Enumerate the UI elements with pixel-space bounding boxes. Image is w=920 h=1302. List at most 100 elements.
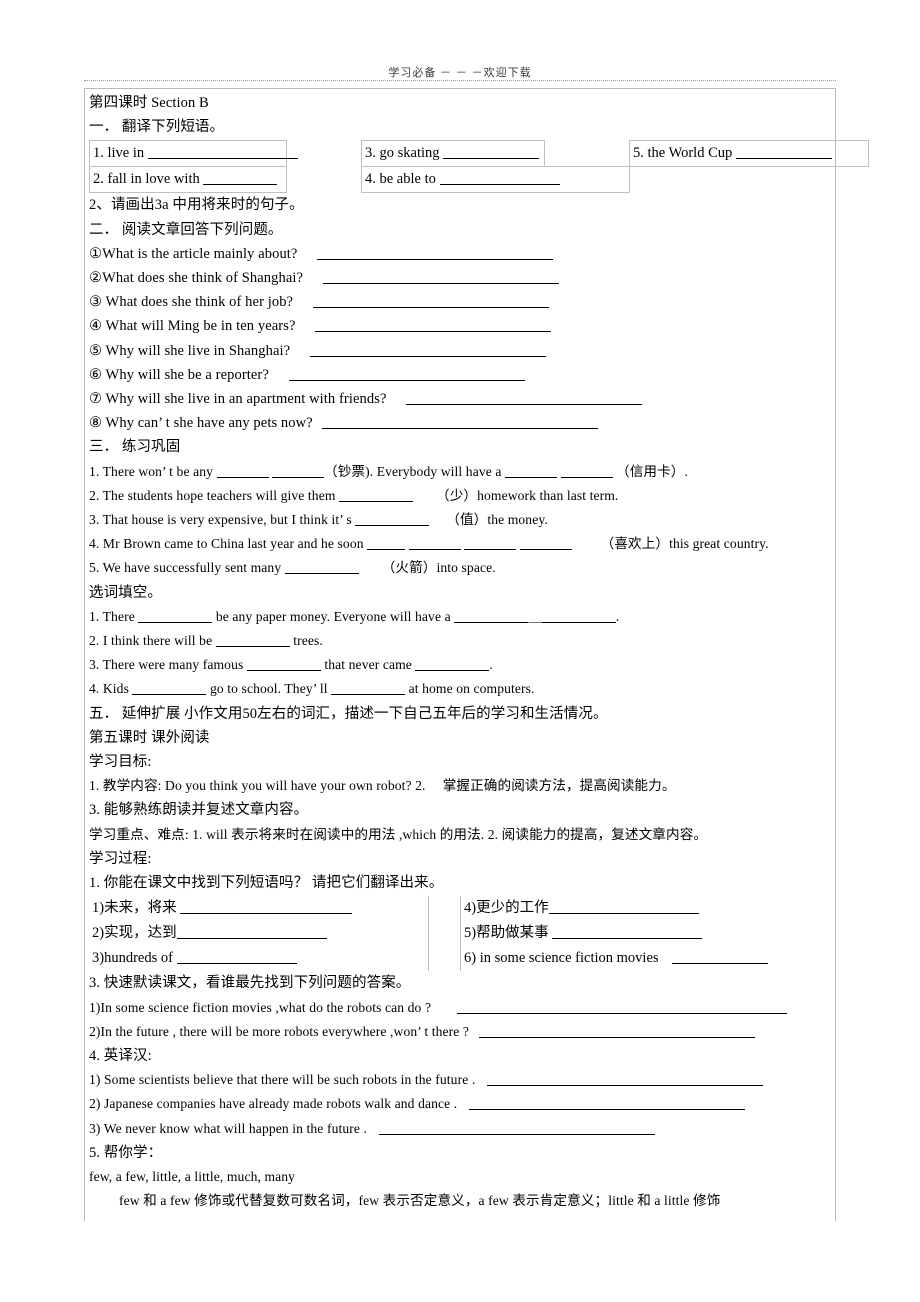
- answer-blank[interactable]: [272, 466, 324, 478]
- sentence-text: 3) We never know what will happen in the…: [89, 1120, 367, 1136]
- spacer-cell: [287, 167, 362, 193]
- phrase-cell-4[interactable]: 4. be able to: [361, 166, 630, 194]
- answer-blank[interactable]: [312, 296, 549, 309]
- phrase-label: 5)帮助做某事: [464, 925, 549, 942]
- cloze-text: .: [615, 608, 620, 624]
- cloze-item-4: 4. Kids go to school. They’ ll at home o…: [89, 677, 831, 701]
- phrase-cell-5[interactable]: 5)帮助做某事: [461, 921, 831, 946]
- answer-blank[interactable]: [519, 538, 572, 551]
- answer-blank[interactable]: [406, 393, 643, 406]
- answer-blank[interactable]: [284, 562, 359, 575]
- process-step-5-title: 5. 帮你学：: [89, 1144, 163, 1161]
- practice-text: （火箭）into space.: [381, 560, 496, 576]
- phrase-cell-2[interactable]: 2)实现，达到: [89, 921, 428, 946]
- answer-blank[interactable]: [735, 147, 832, 160]
- section-4-title: 第四课时 Section B: [89, 95, 209, 111]
- cloze-text: 2. I think there will be: [89, 633, 213, 649]
- answer-blank[interactable]: [456, 1002, 787, 1014]
- question-text: ⑤ Why will she live in Shanghai?: [89, 342, 291, 359]
- answer-blank[interactable]: [672, 952, 769, 965]
- translate-item-3: 3) We never know what will happen in the…: [89, 1117, 831, 1141]
- answer-blank[interactable]: [478, 1026, 755, 1038]
- word-list: few, a few, little, a little, much, many: [89, 1168, 296, 1184]
- cloze-item-1: 1. There be any paper money. Everyone wi…: [89, 605, 831, 629]
- question-text: ②What does she think of Shanghai?: [89, 270, 304, 287]
- answer-blank[interactable]: [331, 683, 406, 696]
- table-row: 2. fall in love with 4. be able to: [89, 166, 869, 194]
- answer-blank[interactable]: [443, 147, 540, 160]
- answer-blank[interactable]: [309, 345, 546, 357]
- cloze-text: 4. Kids: [89, 681, 129, 697]
- answer-blank[interactable]: [147, 147, 298, 160]
- practice-text: （信用卡）.: [616, 463, 688, 479]
- answer-blank[interactable]: [439, 173, 560, 186]
- table-row: 3)hundreds of 6) in some science fiction…: [89, 946, 831, 972]
- cloze-text: that never came: [324, 657, 412, 673]
- phrase-table-translate: 1)未来，将来 4)更少的工作 2)实现，达到 5)帮助做某事 3)hundre…: [89, 896, 831, 972]
- phrase-cell-3[interactable]: 3. go skating: [361, 140, 545, 168]
- answer-blank[interactable]: [132, 683, 207, 696]
- answer-blank[interactable]: [288, 369, 525, 381]
- reading-question-1: ①What is the article mainly about?: [89, 242, 831, 266]
- phrase-cell-4[interactable]: 4)更少的工作: [461, 896, 831, 921]
- reading-question-2: ②What does she think of Shanghai?: [89, 266, 831, 290]
- answer-blank[interactable]: [180, 902, 353, 915]
- cloze-text: ＿: [528, 608, 542, 624]
- part-2-title: 二． 阅读文章回答下列问题。: [89, 221, 283, 238]
- phrase-cell-6[interactable]: 6) in some science fiction movies: [461, 946, 831, 971]
- answer-blank[interactable]: [322, 417, 599, 430]
- answer-blank[interactable]: [560, 466, 613, 478]
- answer-blank[interactable]: [355, 514, 430, 527]
- phrase-cell-3[interactable]: 3)hundreds of: [89, 946, 428, 971]
- document-page: 学习必备 － － －欢迎下载 第四课时 Section B 一． 翻译下列短语。…: [0, 0, 920, 1302]
- answer-blank[interactable]: [317, 248, 554, 260]
- header-divider: [84, 80, 836, 81]
- cloze-text: be any paper money. Everyone will have a: [215, 608, 451, 624]
- sentence-text: 1) Some scientists believe that there wi…: [89, 1072, 476, 1088]
- table-row: 1)未来，将来 4)更少的工作: [89, 896, 831, 922]
- practice-item-5: 5. We have successfully sent many （火箭）in…: [89, 556, 831, 580]
- answer-blank[interactable]: [378, 1123, 655, 1135]
- phrase-cell-1[interactable]: 1. live in: [89, 140, 298, 168]
- answer-blank[interactable]: [203, 173, 278, 186]
- practice-text: 4. Mr Brown came to China last year and …: [89, 536, 364, 552]
- answer-blank[interactable]: [138, 611, 213, 623]
- answer-blank[interactable]: [339, 490, 414, 502]
- key-points: 学习重点、难点: 1. will 表示将来时在阅读中的用法 ,which 的用法…: [89, 826, 708, 842]
- answer-blank[interactable]: [215, 635, 290, 648]
- practice-item-4: 4. Mr Brown came to China last year and …: [89, 532, 831, 556]
- phrase-table-top: 1. live in 3. go skating 5. the World Cu…: [89, 140, 869, 194]
- reading-question-4: ④ What will Ming be in ten years?: [89, 314, 831, 338]
- answer-blank[interactable]: [367, 538, 406, 551]
- cloze-text: 1. There: [89, 608, 135, 624]
- answer-blank[interactable]: [176, 952, 297, 965]
- answer-blank[interactable]: [415, 659, 490, 672]
- part-3-title: 三． 练习巩固: [89, 439, 181, 456]
- answer-blank[interactable]: [454, 611, 529, 623]
- answer-blank[interactable]: [408, 538, 461, 551]
- translate-item-2: 2) Japanese companies have already made …: [89, 1092, 831, 1116]
- learning-goal-1: 1. 教学内容: Do you think you will have your…: [89, 778, 676, 794]
- answer-blank[interactable]: [552, 927, 703, 940]
- practice-text: （少）homework than last term.: [436, 487, 619, 503]
- answer-blank[interactable]: [548, 902, 699, 915]
- cloze-text: 3. There were many famous: [89, 657, 244, 673]
- answer-blank[interactable]: [468, 1098, 745, 1111]
- answer-blank[interactable]: [486, 1074, 763, 1087]
- reading-question-5: ⑤ Why will she live in Shanghai?: [89, 339, 831, 363]
- answer-blank[interactable]: [246, 659, 321, 672]
- draw-3a-instruction: 2、请画出3a 中用将来时的句子。: [89, 197, 304, 214]
- phrase-cell-5[interactable]: 5. the World Cup: [629, 140, 869, 168]
- question-text: ①What is the article mainly about?: [89, 245, 298, 262]
- answer-blank[interactable]: [505, 466, 557, 478]
- phrase-label: 2. fall in love with: [93, 171, 200, 188]
- answer-blank[interactable]: [464, 538, 517, 551]
- answer-blank[interactable]: [176, 927, 327, 940]
- answer-blank[interactable]: [216, 466, 269, 478]
- phrase-cell-2[interactable]: 2. fall in love with: [89, 166, 287, 194]
- answer-blank[interactable]: [315, 320, 552, 333]
- table-divider-cell: [427, 896, 462, 922]
- phrase-cell-1[interactable]: 1)未来，将来: [89, 896, 428, 921]
- answer-blank[interactable]: [322, 272, 559, 285]
- answer-blank[interactable]: [541, 611, 616, 623]
